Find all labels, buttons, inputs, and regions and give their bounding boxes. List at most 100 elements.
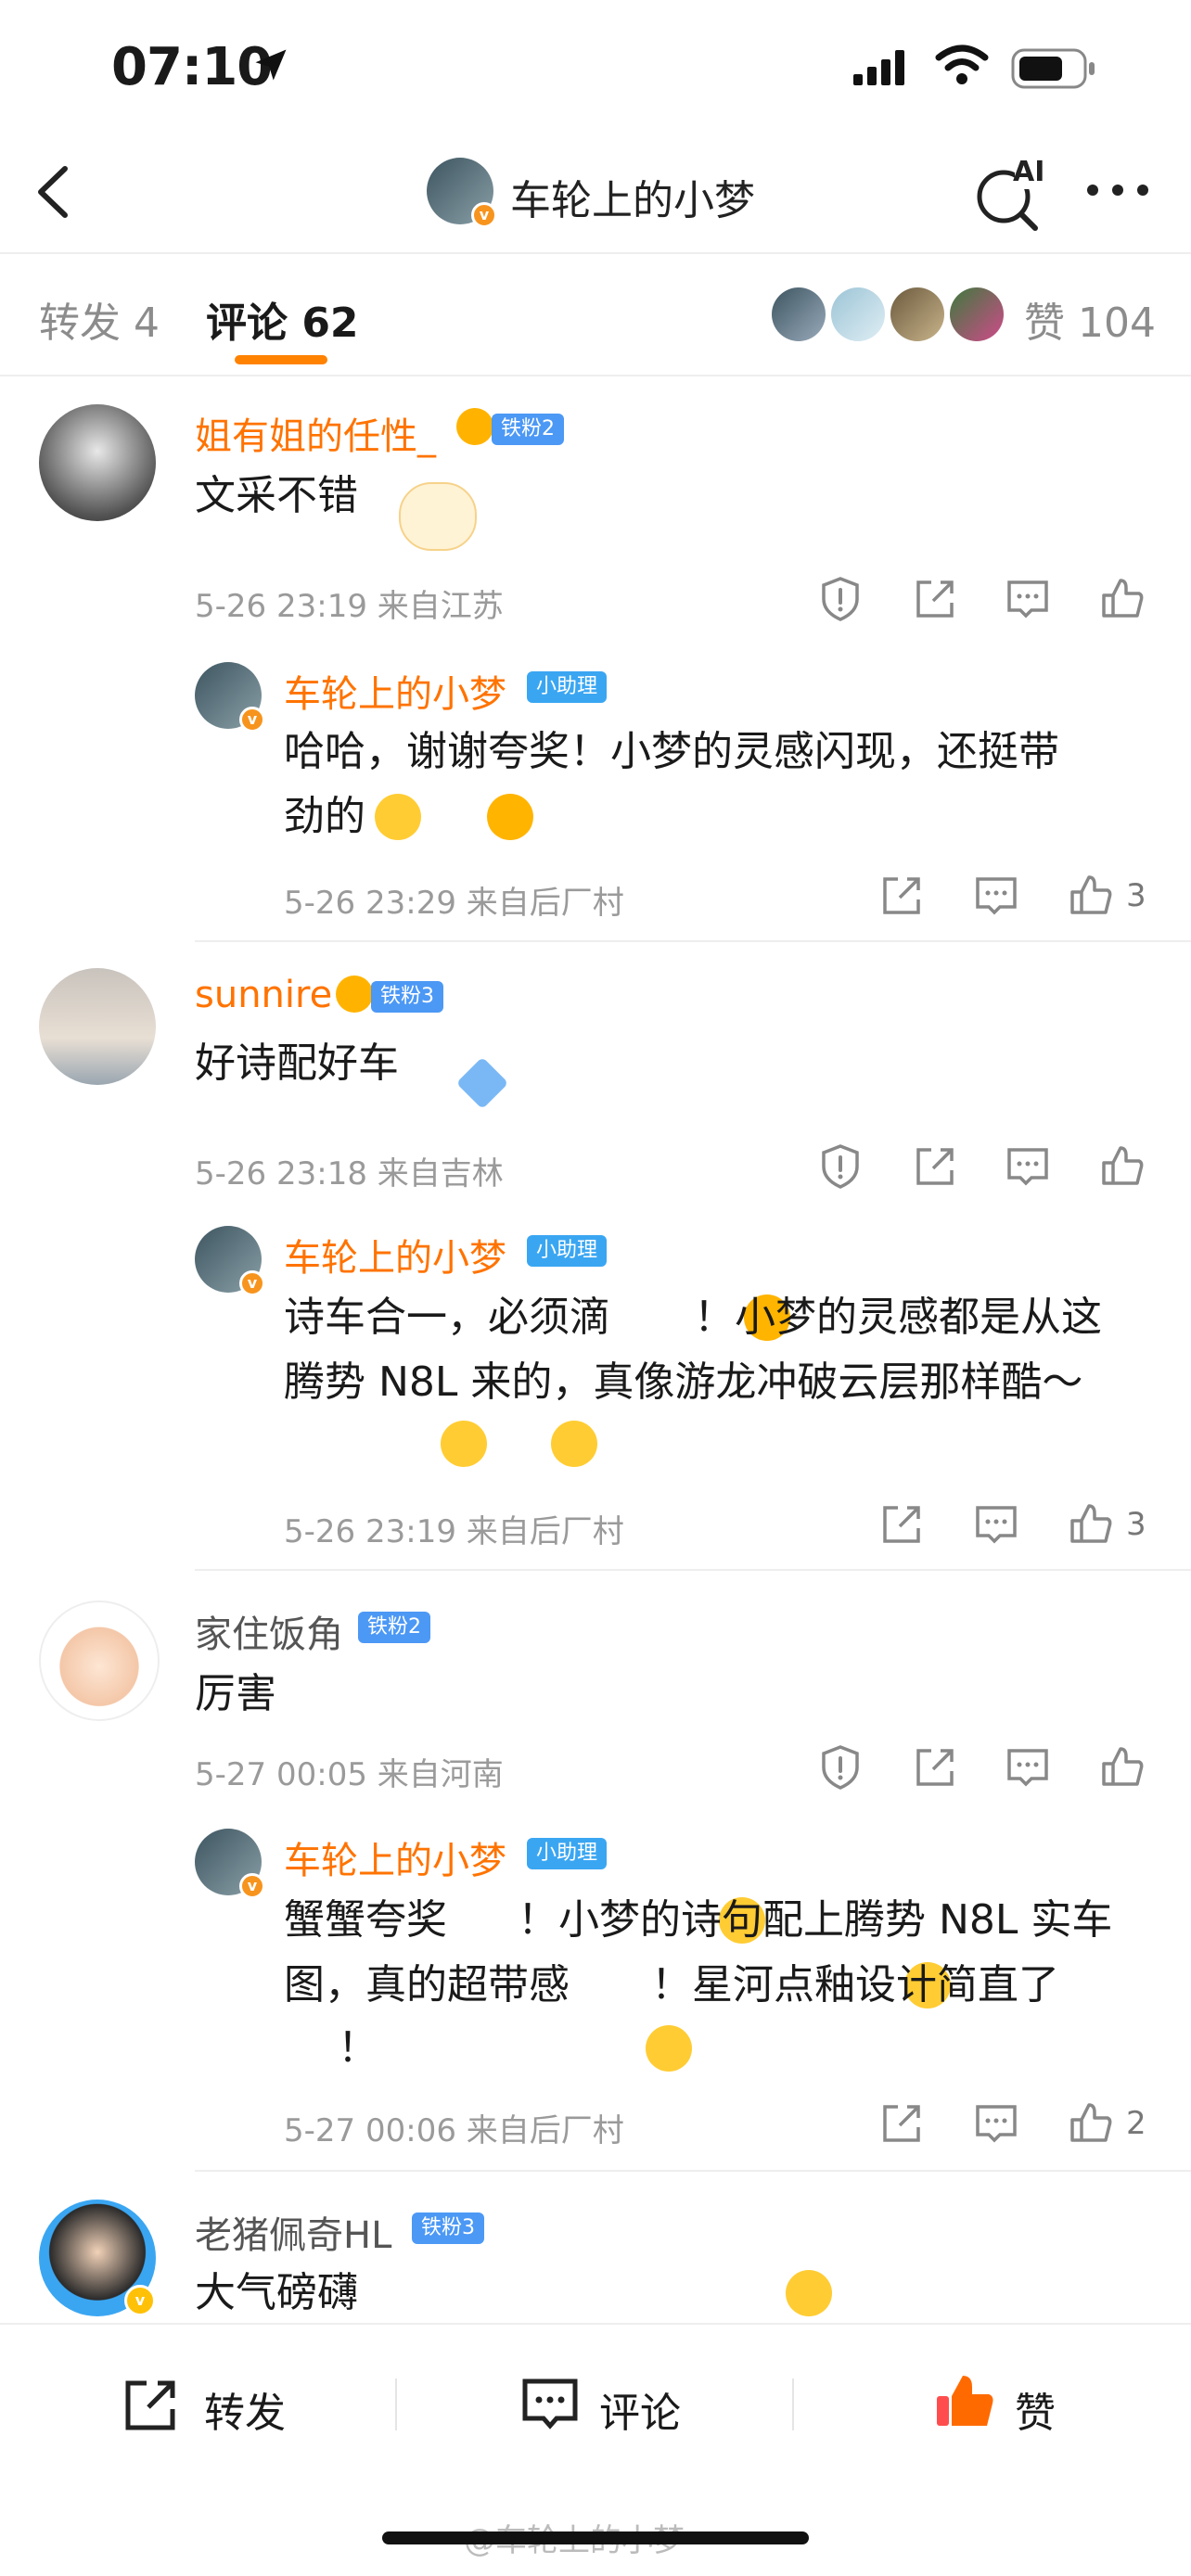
reply-username[interactable]: 车轮上的小梦 xyxy=(284,1830,506,1884)
reply-username[interactable]: 车轮上的小梦 xyxy=(284,1228,506,1282)
reply-text: 诗车合一，必须滴 xyxy=(284,1294,610,1341)
comment-avatar[interactable] xyxy=(39,404,156,521)
bar-separator xyxy=(792,2378,794,2430)
reply-username[interactable]: 车轮上的小梦 xyxy=(284,664,506,718)
comment-label: 评论 xyxy=(599,2390,681,2437)
ai-label: AI xyxy=(1013,156,1045,188)
verified-icon: v xyxy=(239,707,265,733)
reply-text: 蟹蟹夸奖 xyxy=(284,1896,447,1944)
smile-emoji-icon xyxy=(785,2270,832,2316)
verified-icon: v xyxy=(124,2285,156,2316)
comment-text: 文采不错 xyxy=(195,472,358,519)
reply-button[interactable] xyxy=(1004,1142,1052,1191)
share-button[interactable] xyxy=(877,872,926,920)
verified-icon: v xyxy=(471,202,497,228)
shy-emoji-icon xyxy=(645,2025,692,2072)
reply-text: ！星河点釉设计简直了 xyxy=(651,1961,1059,2009)
share-button[interactable] xyxy=(911,575,959,623)
report-button[interactable] xyxy=(816,1142,864,1191)
like-button[interactable] xyxy=(1098,575,1146,623)
cellular-signal-icon xyxy=(853,48,918,89)
reply-text: 图，真的超带感 xyxy=(284,1961,570,2009)
reply-button[interactable] xyxy=(1004,575,1052,623)
share-button[interactable] xyxy=(877,2099,926,2148)
liker-avatar xyxy=(772,287,826,341)
shy-emoji-icon xyxy=(551,1421,598,1467)
comment-action-button[interactable]: 评论 xyxy=(519,2374,705,2439)
repost-action-button[interactable]: 转发 xyxy=(121,2374,306,2439)
ai-search-button[interactable]: AI xyxy=(974,156,1048,232)
liker-avatar xyxy=(890,287,944,341)
like-action-button[interactable]: 赞 xyxy=(933,2370,1082,2441)
liker-avatar xyxy=(950,287,1004,341)
fan-badge: 铁粉2 xyxy=(358,1612,430,1643)
reply-button[interactable] xyxy=(972,1500,1020,1549)
comment-divider xyxy=(195,2170,1191,2172)
crown-icon xyxy=(336,976,373,1013)
assistant-badge: 小助理 xyxy=(527,671,608,703)
fan-badge: 铁粉3 xyxy=(371,981,443,1013)
comment-username[interactable]: 家住饭角 xyxy=(195,1604,343,1658)
report-button[interactable] xyxy=(816,575,864,623)
reply-text: 劲的 xyxy=(284,793,365,840)
battery-icon xyxy=(1011,48,1096,93)
nav-divider xyxy=(0,252,1191,254)
crown-icon xyxy=(456,408,493,445)
comment-username[interactable]: 老猪佩奇HL xyxy=(195,2205,391,2259)
share-button[interactable] xyxy=(911,1142,959,1191)
like-button[interactable] xyxy=(1067,1500,1115,1549)
comment-meta: 5-26 23:19 来自江苏 xyxy=(195,588,504,625)
share-button[interactable] xyxy=(877,1500,926,1549)
location-arrow-icon xyxy=(250,45,291,89)
repost-label: 转发 xyxy=(204,2390,286,2437)
verified-icon: v xyxy=(239,1873,265,1899)
reply-button[interactable] xyxy=(972,2099,1020,2148)
reply-meta: 5-26 23:19 来自后厂村 xyxy=(284,1513,624,1550)
tab-likes[interactable]: 赞 104 xyxy=(1024,289,1156,349)
comment-username[interactable]: 姐有姐的任性_ xyxy=(195,406,436,460)
like-button[interactable] xyxy=(1067,872,1115,920)
tab-comments[interactable]: 评论 62 xyxy=(206,289,359,349)
share-button[interactable] xyxy=(911,1743,959,1792)
like-count: 3 xyxy=(1126,1506,1146,1543)
bar-separator xyxy=(395,2378,397,2430)
comment-avatar[interactable] xyxy=(39,968,156,1085)
home-indicator xyxy=(382,2531,809,2544)
comment-text: 大气磅礴 xyxy=(195,2269,358,2316)
reply-text: 腾势 N8L 来的，真像游龙冲破云层那样酷～ xyxy=(284,1358,1083,1406)
sticker-image xyxy=(399,482,477,551)
reply-meta: 5-26 23:29 来自后厂村 xyxy=(284,885,624,922)
comment-divider xyxy=(195,940,1191,942)
back-button[interactable] xyxy=(26,159,82,224)
reply-text: 哈哈，谢谢夸奖！小梦的灵感闪现，还挺带 xyxy=(284,728,1059,775)
grin-emoji-icon xyxy=(487,794,534,840)
reply-text: ！小梦的诗句配上腾势 N8L 实车 xyxy=(518,1896,1113,1944)
verified-icon: v xyxy=(239,1270,265,1296)
like-count: 3 xyxy=(1126,877,1146,914)
comment-text: 厉害 xyxy=(195,1670,276,1717)
like-label: 赞 xyxy=(1015,2390,1056,2437)
diamond-sticker-icon xyxy=(455,1056,509,1110)
comment-text: 好诗配好车 xyxy=(195,1039,399,1087)
fan-badge: 铁粉3 xyxy=(412,2213,484,2244)
like-button[interactable] xyxy=(1098,1743,1146,1792)
comment-avatar[interactable] xyxy=(39,1600,160,1721)
more-menu-button[interactable] xyxy=(1085,176,1150,204)
comment-meta: 5-27 00:05 来自河南 xyxy=(195,1756,504,1793)
assistant-badge: 小助理 xyxy=(527,1838,608,1869)
report-button[interactable] xyxy=(816,1743,864,1792)
reply-text: ！ xyxy=(338,2024,378,2072)
like-count: 2 xyxy=(1126,2105,1146,2142)
like-button[interactable] xyxy=(1067,2099,1115,2148)
comment-meta: 5-26 23:18 来自吉林 xyxy=(195,1155,504,1192)
nav-title: 车轮上的小梦 xyxy=(510,177,755,224)
reply-meta: 5-27 00:06 来自后厂村 xyxy=(284,2112,624,2149)
tabs-divider xyxy=(0,375,1191,376)
comment-username[interactable]: sunnire xyxy=(195,974,332,1016)
reply-button[interactable] xyxy=(972,872,1020,920)
comment-divider xyxy=(195,1569,1191,1571)
reply-button[interactable] xyxy=(1004,1743,1052,1792)
tab-active-indicator xyxy=(235,355,327,364)
tab-repost[interactable]: 转发 4 xyxy=(39,289,160,349)
like-button[interactable] xyxy=(1098,1142,1146,1191)
